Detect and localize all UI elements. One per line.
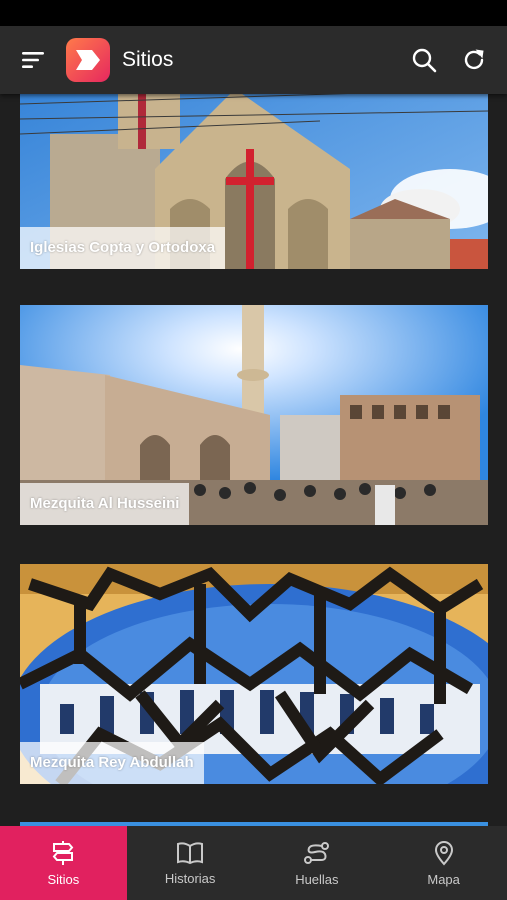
refresh-button[interactable] — [449, 26, 499, 94]
nav-label: Sitios — [47, 871, 80, 887]
signpost-icon — [53, 840, 74, 865]
nav-item-mapa[interactable]: Mapa — [380, 826, 507, 900]
menu-button[interactable] — [0, 26, 66, 94]
logo-icon — [76, 50, 100, 70]
nav-label: Huellas — [295, 871, 339, 887]
bottom-navigation: Sitios Historias Huellas Mapa — [0, 826, 507, 900]
map-pin-icon — [434, 840, 453, 866]
nav-label: Historias — [164, 870, 216, 886]
nav-item-sitios[interactable]: Sitios — [0, 826, 127, 900]
sites-list[interactable]: Iglesias Copta y Ortodoxa Mezquita Al Hu… — [0, 94, 507, 826]
app-logo — [66, 38, 110, 82]
menu-icon — [22, 52, 44, 68]
search-button[interactable] — [399, 26, 449, 94]
nav-label: Mapa — [427, 871, 460, 887]
book-icon — [177, 841, 204, 864]
site-card-label: Mezquita Rey Abdullah — [20, 742, 204, 784]
page-title: Sitios — [122, 48, 174, 71]
nav-item-huellas[interactable]: Huellas — [254, 826, 381, 900]
site-card-mezquita-al-husseini[interactable]: Mezquita Al Husseini — [20, 305, 488, 525]
status-bar — [0, 0, 507, 26]
site-card-label: Iglesias Copta y Ortodoxa — [20, 227, 226, 269]
search-icon — [412, 48, 437, 73]
site-card-label: Mezquita Al Husseini — [20, 483, 190, 525]
nav-item-historias[interactable]: Historias — [127, 826, 254, 900]
refresh-icon — [464, 49, 484, 70]
app-bar: Sitios — [0, 26, 507, 94]
route-icon — [303, 841, 329, 864]
site-card-mezquita-rey-abdullah[interactable]: Mezquita Rey Abdullah — [20, 564, 488, 784]
site-card-iglesias-copta[interactable]: Iglesias Copta y Ortodoxa — [20, 94, 488, 269]
